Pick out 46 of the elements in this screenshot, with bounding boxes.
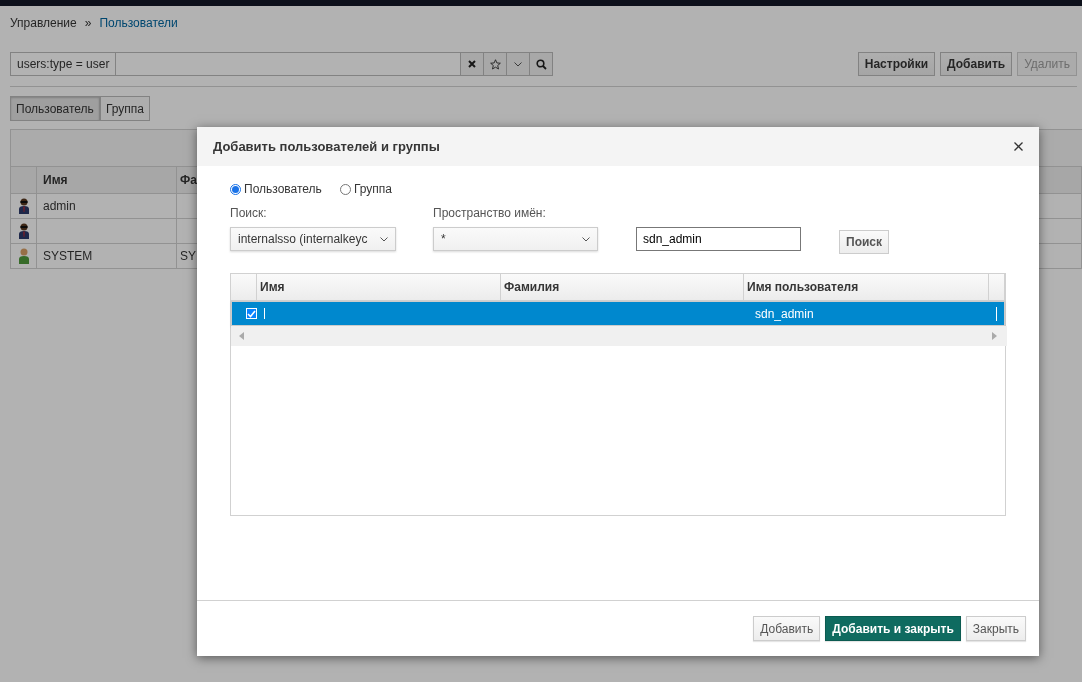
table-cell: SYSTEM (37, 244, 177, 268)
filter-field[interactable]: users:type = user (10, 52, 553, 76)
search-icon (535, 58, 547, 70)
dialog-title: Добавить пользователей и группы (213, 139, 440, 154)
close-icon (1014, 142, 1023, 151)
table-cell: sdn_admin (752, 306, 997, 321)
search-button[interactable]: Поиск (839, 230, 889, 254)
user-icon (18, 198, 29, 214)
breadcrumb-item: Управление (10, 16, 77, 30)
dialog-button[interactable]: Добавить и закрыть (825, 616, 961, 641)
clear-button[interactable] (460, 53, 483, 75)
star-icon (489, 58, 501, 70)
breadcrumb-item: » (84, 16, 92, 30)
close-button[interactable] (1014, 142, 1023, 151)
row-checkbox[interactable] (246, 308, 257, 319)
chevron-down-icon (582, 236, 590, 242)
field-label: Пространство имён: (433, 206, 547, 220)
breadcrumb-link[interactable]: Пользователи (99, 16, 178, 30)
type-tab[interactable]: Пользователь (10, 96, 100, 121)
type-tab[interactable]: Группа (99, 96, 150, 121)
horizontal-scrollbar[interactable] (231, 326, 1007, 346)
dialog-button[interactable]: Закрыть (965, 616, 1026, 641)
result-row[interactable]: sdn_admin (231, 301, 1005, 326)
toolbar-button[interactable]: Добавить (940, 52, 1013, 76)
close-icon (468, 60, 476, 68)
scroll-left-icon (239, 332, 244, 340)
radio-option[interactable]: Пользователь (230, 182, 322, 196)
search-button[interactable] (529, 53, 552, 75)
scroll-right-icon (992, 332, 997, 340)
user-icon (18, 248, 29, 264)
namespace-select[interactable]: * (433, 227, 598, 251)
column-header: Имя (257, 274, 501, 300)
chevron-down-icon (514, 61, 522, 67)
toolbar-button[interactable]: Настройки (857, 52, 936, 76)
dialog-button[interactable]: Добавить (753, 616, 821, 641)
column-header: Имя пользователя (744, 274, 989, 300)
field-label: Поиск: (230, 206, 268, 220)
chevron-down-icon (380, 236, 388, 242)
provider-select[interactable]: internalsso (internalkeyc (230, 227, 396, 251)
column-header: Фамилия (501, 274, 744, 300)
bookmark-button[interactable] (483, 53, 506, 75)
search-field[interactable]: sdn_admin (636, 227, 801, 251)
radio-option[interactable]: Группа (339, 182, 392, 196)
user-icon (18, 223, 29, 239)
column-header: Имя (37, 167, 177, 193)
table-cell: admin (37, 194, 177, 218)
